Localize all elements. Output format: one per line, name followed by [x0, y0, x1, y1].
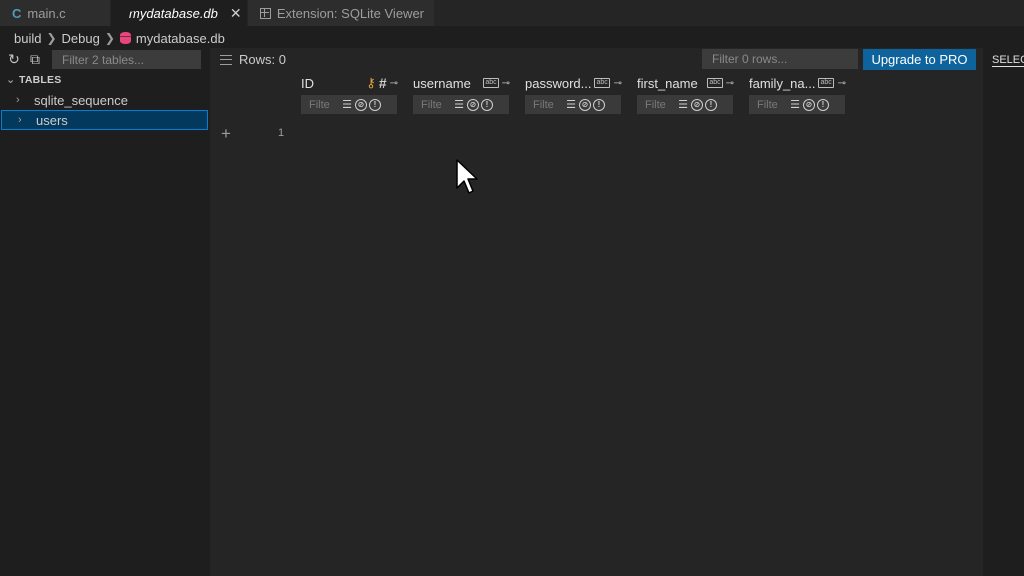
column-filter: ☰ ⊘ !	[413, 95, 509, 114]
hash-icon: #	[378, 75, 387, 91]
chevron-down-icon: ⌄	[6, 74, 16, 86]
chevron-right-icon: ❯	[104, 31, 115, 45]
database-icon	[119, 32, 131, 44]
breadcrumb: build ❯ Debug ❯ mydatabase.db	[0, 28, 225, 48]
column-filter: ☰ ⊘ !	[525, 95, 621, 114]
tab-label: mydatabase.db	[129, 5, 218, 21]
filter-mode-icon[interactable]: ☰	[341, 99, 353, 111]
close-icon[interactable]: ✕	[230, 5, 242, 22]
column-name: password...	[525, 75, 592, 91]
column-id: ID ⚷ # ⊸ ☰ ⊘ !	[301, 74, 398, 114]
column-filter: ☰ ⊘ !	[749, 95, 845, 114]
info-icon[interactable]: !	[369, 98, 381, 111]
pin-icon[interactable]: ⊸	[614, 78, 622, 89]
table-item-sqlite-sequence[interactable]: › sqlite_sequence	[0, 90, 210, 110]
upgrade-to-pro-button[interactable]: Upgrade to PRO	[863, 49, 976, 70]
tab-main-c[interactable]: C main.c	[0, 0, 111, 26]
column-header[interactable]: password... abc ⊸	[525, 74, 622, 92]
table-item-label: users	[36, 112, 68, 128]
null-icon[interactable]: ⊘	[355, 98, 367, 111]
tables-sidebar: ↻ ⧉ ⌄ TABLES › sqlite_sequence › users	[0, 48, 210, 576]
text-type-icon: abc	[818, 78, 834, 88]
column-first-name: first_name abc ⊸ ☰ ⊘ !	[637, 74, 734, 114]
c-file-icon: C	[12, 5, 22, 21]
null-icon[interactable]: ⊘	[803, 98, 815, 111]
table-item-users[interactable]: › users	[1, 110, 208, 130]
column-filter-input[interactable]	[421, 96, 451, 113]
text-type-icon: abc	[594, 78, 610, 88]
info-icon[interactable]: !	[481, 98, 493, 111]
column-password: password... abc ⊸ ☰ ⊘ !	[525, 74, 622, 114]
column-family-name: family_na... abc ⊸ ☰ ⊘ !	[749, 74, 846, 114]
filter-rows-input[interactable]	[702, 49, 858, 69]
filter-mode-icon[interactable]: ☰	[453, 99, 465, 111]
info-icon[interactable]: !	[817, 98, 829, 111]
extension-grid-icon	[260, 7, 271, 19]
tables-section-title: TABLES	[19, 73, 62, 86]
column-name: first_name	[637, 75, 698, 91]
column-filter-input[interactable]	[645, 96, 675, 113]
pin-icon[interactable]: ⊸	[726, 78, 734, 89]
sidebar-toolbar: ↻ ⧉	[0, 48, 210, 70]
chevron-right-icon: ❯	[46, 31, 57, 45]
column-name: username	[413, 75, 471, 91]
pin-icon[interactable]: ⊸	[502, 78, 510, 89]
column-filter-input[interactable]	[309, 96, 339, 113]
tables-section-header[interactable]: ⌄ TABLES	[6, 73, 62, 87]
rows-count: Rows: 0	[220, 52, 286, 67]
filter-mode-icon[interactable]: ☰	[789, 99, 801, 111]
breadcrumb-item-database[interactable]: mydatabase.db	[136, 31, 225, 46]
query-panel: SELECT	[983, 48, 1024, 576]
column-header[interactable]: family_na... abc ⊸	[749, 74, 846, 92]
pin-icon[interactable]: ⊸	[390, 78, 398, 89]
column-filter: ☰ ⊘ !	[301, 95, 397, 114]
filter-mode-icon[interactable]: ☰	[565, 99, 577, 111]
info-icon[interactable]: !	[593, 98, 605, 111]
null-icon[interactable]: ⊘	[467, 98, 479, 111]
refresh-icon[interactable]: ↻	[6, 51, 22, 67]
chevron-right-icon: ›	[16, 94, 20, 106]
copy-icon[interactable]: ⧉	[27, 51, 43, 67]
info-icon[interactable]: !	[705, 98, 717, 111]
column-name: ID	[301, 75, 314, 91]
editor-tab-bar: C main.c mydatabase.db ✕ Extension: SQLi…	[0, 0, 1024, 26]
column-username: username abc ⊸ ☰ ⊘ !	[413, 74, 510, 114]
breadcrumb-item-build[interactable]: build	[14, 31, 41, 46]
column-header[interactable]: ID ⚷ # ⊸	[301, 74, 398, 92]
text-type-icon: abc	[707, 78, 723, 88]
tab-extension-sqlite-viewer[interactable]: Extension: SQLite Viewer	[248, 0, 435, 26]
table-item-label: sqlite_sequence	[34, 92, 128, 108]
null-icon[interactable]: ⊘	[579, 98, 591, 111]
chevron-right-icon: ›	[18, 114, 22, 126]
text-type-icon: abc	[483, 78, 499, 88]
column-filter-input[interactable]	[757, 96, 787, 113]
select-query-tab[interactable]: SELECT	[992, 54, 1024, 67]
tab-mydatabase-db[interactable]: mydatabase.db ✕	[111, 0, 248, 26]
null-icon[interactable]: ⊘	[691, 98, 703, 111]
column-filter: ☰ ⊘ !	[637, 95, 733, 114]
breadcrumb-item-debug[interactable]: Debug	[62, 31, 100, 46]
column-header[interactable]: first_name abc ⊸	[637, 74, 734, 92]
tab-label: main.c	[27, 5, 66, 21]
column-name: family_na...	[749, 75, 816, 91]
rows-count-label: Rows: 0	[239, 52, 286, 67]
filter-tables-input[interactable]	[52, 50, 201, 69]
new-row-number: 1	[278, 127, 285, 139]
rows-icon	[220, 54, 232, 65]
column-header[interactable]: username abc ⊸	[413, 74, 510, 92]
tab-label: Extension: SQLite Viewer	[276, 5, 424, 21]
mouse-cursor-icon	[456, 159, 478, 194]
table-grid: ID ⚷ # ⊸ ☰ ⊘ ! username abc ⊸ ☰ ⊘	[210, 70, 878, 190]
data-grid-panel: Rows: 0 Upgrade to PRO ID ⚷ # ⊸ ☰ ⊘ ! us…	[210, 48, 983, 576]
column-filter-input[interactable]	[533, 96, 563, 113]
add-row-icon[interactable]: +	[221, 124, 231, 144]
filter-mode-icon[interactable]: ☰	[677, 99, 689, 111]
pin-icon[interactable]: ⊸	[838, 78, 846, 89]
key-icon: ⚷	[366, 75, 376, 90]
